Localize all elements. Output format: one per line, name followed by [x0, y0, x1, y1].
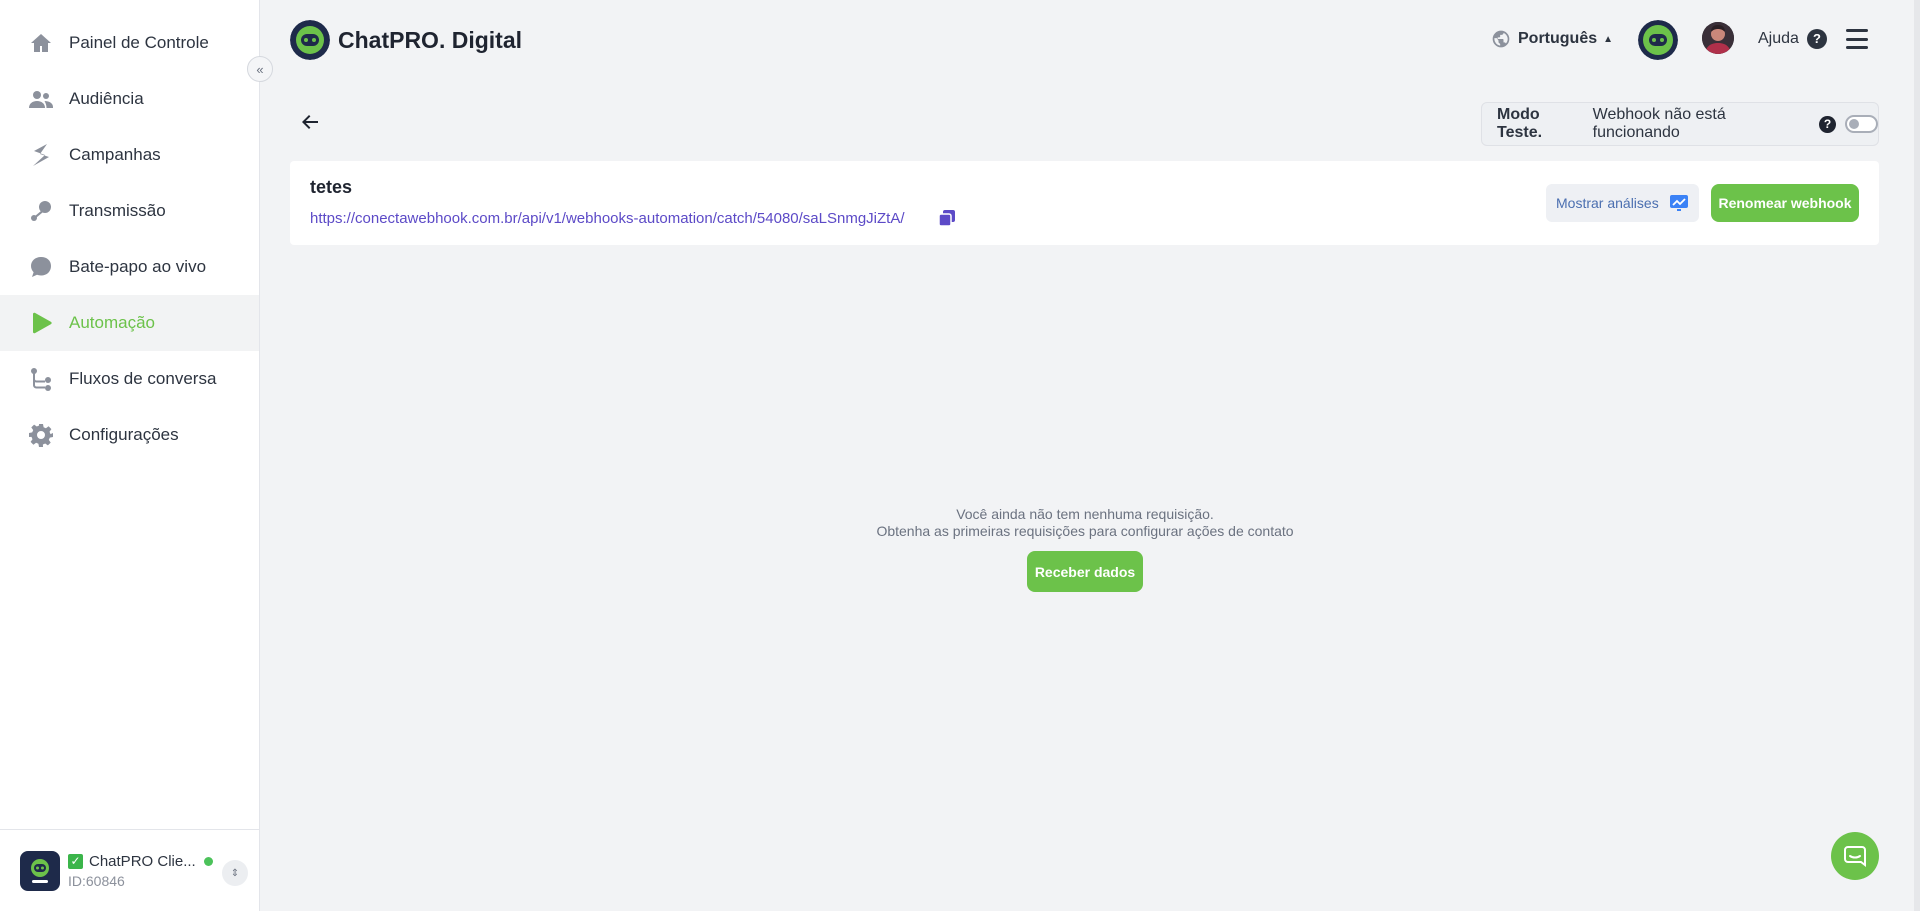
support-chat-button[interactable] [1831, 832, 1879, 880]
rename-webhook-button[interactable]: Renomear webhook [1711, 184, 1859, 222]
receive-data-button[interactable]: Receber dados [1027, 551, 1143, 592]
question-icon[interactable]: ? [1819, 115, 1836, 133]
broadcast-icon [28, 198, 54, 224]
webhook-title: tetes [310, 177, 353, 197]
webhook-card: tetes https://conectawebhook.com.br/api/… [290, 161, 1879, 245]
copy-icon[interactable] [937, 208, 957, 228]
show-analytics-label: Mostrar análises [1556, 195, 1659, 211]
menu-bar [1846, 46, 1868, 49]
empty-state: Você ainda não tem nenhuma requisição. O… [760, 506, 1410, 540]
caret-down-icon: ▲ [1603, 33, 1614, 45]
account-name-row: ✓ ChatPRO Clie... [68, 853, 213, 870]
collapse-sidebar-button[interactable]: « [247, 56, 273, 82]
help-link[interactable]: Ajuda ? [1758, 29, 1827, 49]
campaign-icon [28, 142, 54, 168]
account-name: ChatPRO Clie... [89, 852, 196, 870]
flow-icon [28, 366, 54, 392]
sidebar-item-label: Painel de Controle [69, 33, 209, 52]
test-mode-status: Webhook não está funcionando [1592, 106, 1726, 141]
language-label: Português [1518, 30, 1598, 47]
play-icon [28, 310, 54, 336]
account-switch-icon[interactable]: ⇕ [222, 860, 248, 886]
sidebar-item-label: Campanhas [69, 145, 161, 164]
user-photo-icon [1702, 22, 1734, 54]
page-scrollbar[interactable] [1914, 0, 1920, 911]
account-id: ID:60846 [68, 872, 125, 889]
question-icon: ? [1806, 29, 1827, 49]
home-icon [28, 30, 54, 56]
sidebar-item-audience[interactable]: Audiência [0, 71, 259, 127]
brand-name: ChatPRO. Digital [338, 26, 523, 53]
sidebar-item-label: Automação [69, 313, 155, 332]
brand[interactable]: ChatPRO. Digital [290, 20, 522, 60]
top-header: ChatPRO. Digital Português ▲ Ajuda ? [261, 0, 1920, 80]
menu-bar [1846, 29, 1868, 32]
sidebar-item-dashboard[interactable]: Painel de Controle [0, 15, 259, 71]
bot-avatar-icon[interactable] [1638, 20, 1678, 60]
back-arrow-icon[interactable] [298, 110, 322, 134]
analytics-chart-icon [1669, 195, 1688, 211]
sidebar-item-broadcast[interactable]: Transmissão [0, 183, 259, 239]
brand-logo-icon [290, 20, 330, 60]
webhook-url-link[interactable]: https://conectawebhook.com.br/api/v1/web… [310, 210, 905, 227]
sidebar-nav: Painel de Controle Audiência Campanhas T… [0, 15, 259, 463]
people-icon [28, 86, 54, 112]
test-mode-panel: Modo Teste. Webhook não está funcionando… [1481, 102, 1879, 146]
gear-icon [28, 422, 54, 448]
user-avatar[interactable] [1702, 22, 1734, 54]
sidebar-item-label: Transmissão [69, 201, 166, 220]
empty-state-line2: Obtenha as primeiras requisições para co… [876, 523, 1294, 539]
sidebar-item-campaigns[interactable]: Campanhas [0, 127, 259, 183]
online-status-dot [203, 856, 213, 866]
sidebar-item-label: Fluxos de conversa [69, 369, 217, 388]
globe-icon [1492, 30, 1510, 48]
sidebar-item-automation[interactable]: Automação [0, 295, 259, 351]
language-selector[interactable]: Português ▲ [1491, 29, 1613, 49]
sidebar-item-flows[interactable]: Fluxos de conversa [0, 351, 259, 407]
chat-icon [1844, 846, 1866, 867]
account-info: ✓ ChatPRO Clie... ID:60846 [68, 853, 213, 889]
hamburger-menu-icon[interactable] [1846, 29, 1868, 49]
menu-bar [1846, 37, 1868, 41]
verified-check-icon: ✓ [68, 853, 83, 869]
sidebar-item-settings[interactable]: Configurações [0, 407, 259, 463]
test-mode-toggle[interactable] [1844, 115, 1878, 133]
sidebar-item-label: Configurações [69, 425, 179, 444]
sidebar-item-label: Bate-papo ao vivo [69, 257, 207, 276]
help-label: Ajuda [1758, 30, 1799, 47]
empty-state-line1: Você ainda não tem nenhuma requisição. [956, 506, 1214, 522]
chat-bubble-icon [28, 254, 54, 280]
sidebar: Painel de Controle Audiência Campanhas T… [0, 0, 260, 911]
sidebar-item-live-chat[interactable]: Bate-papo ao vivo [0, 239, 259, 295]
test-mode-label: Modo Teste. [1497, 106, 1543, 141]
show-analytics-button[interactable]: Mostrar análises [1546, 184, 1699, 222]
account-logo [20, 850, 60, 891]
sidebar-item-label: Audiência [69, 89, 144, 108]
account-switcher[interactable]: ✓ ChatPRO Clie... ID:60846 ⇕ [0, 829, 259, 911]
